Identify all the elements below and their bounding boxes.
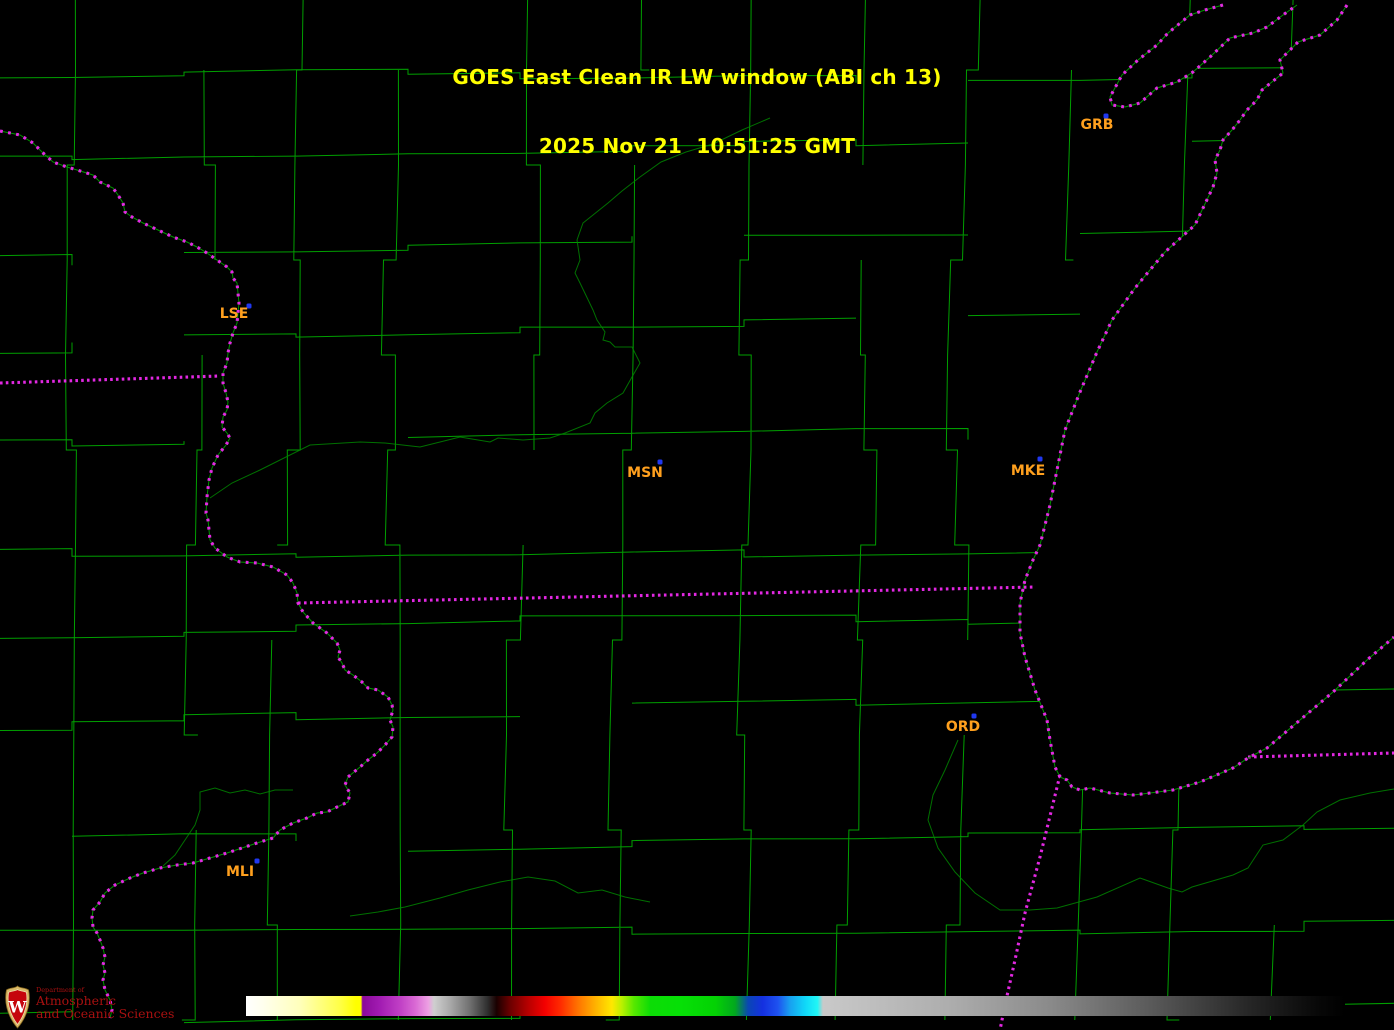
uw-aos-logo: W Department of Atmospheric and Oceanic … xyxy=(4,985,174,1029)
il-in-border xyxy=(998,774,1062,1030)
image-title-block: GOES East Clean IR LW window (ABI ch 13)… xyxy=(0,20,1394,204)
wi-il-border xyxy=(297,585,1036,605)
station-label-ord: ORD xyxy=(945,719,981,735)
uw-crest-icon: W xyxy=(5,985,30,1029)
station-dot-mke xyxy=(1037,456,1043,462)
station-label-mli: MLI xyxy=(225,864,255,880)
station-dot-ord xyxy=(971,713,977,719)
temperature-colorbar xyxy=(246,996,1345,1016)
svg-text:W: W xyxy=(8,998,28,1017)
ia-mn-border xyxy=(0,374,221,385)
goes-ir-satellite-viewer: GOES East Clean IR LW window (ABI ch 13)… xyxy=(0,0,1394,1030)
station-label-lse: LSE xyxy=(219,306,249,322)
logo-oceanic-sciences: and Oceanic Sciences xyxy=(36,1006,175,1021)
title-line-1: GOES East Clean IR LW window (ABI ch 13) xyxy=(452,65,942,89)
station-dot-mli xyxy=(254,858,260,864)
uw-aos-logo-text: Department of Atmospheric and Oceanic Sc… xyxy=(36,985,175,1021)
station-label-msn: MSN xyxy=(627,465,663,481)
station-label-mke: MKE xyxy=(1010,463,1046,479)
title-line-2: 2025 Nov 21 10:51:25 GMT xyxy=(538,134,856,158)
mi-in-border xyxy=(1247,751,1394,759)
station-dot-msn xyxy=(657,459,663,465)
station-label-grb: GRB xyxy=(1080,117,1114,133)
mississippi-river-border-underlay xyxy=(0,130,394,1019)
mississippi-river-border xyxy=(0,129,395,1019)
rock-river xyxy=(162,787,293,867)
illinois-river xyxy=(349,876,651,917)
